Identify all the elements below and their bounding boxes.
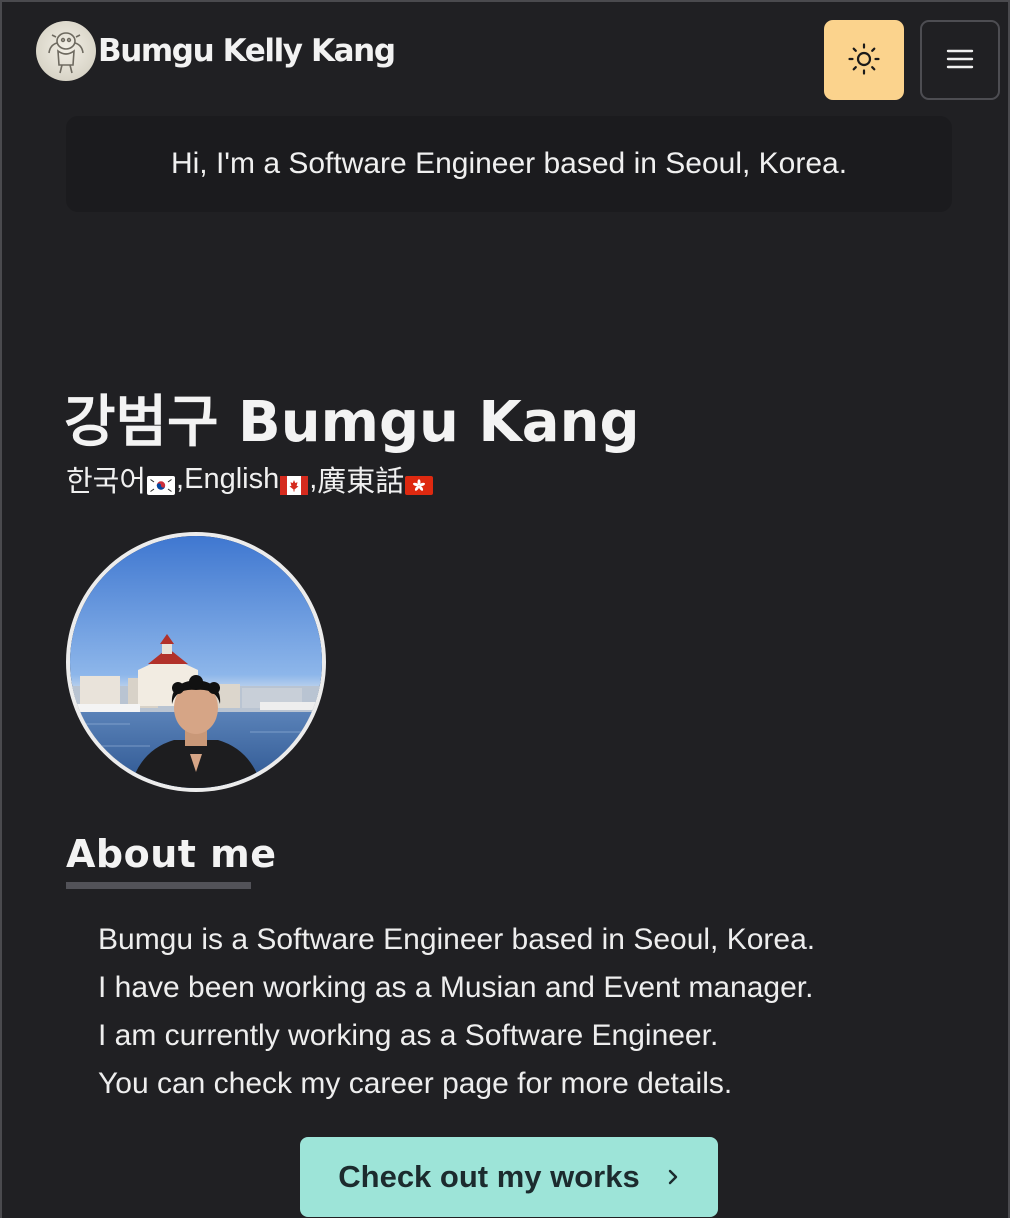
intro-banner: Hi, I'm a Software Engineer based in Seo… [66, 116, 952, 212]
language-cantonese: 廣東話 [317, 466, 405, 498]
intro-text: Hi, I'm a Software Engineer based in Seo… [170, 147, 848, 180]
header: Bumgu Kelly Kang [2, 2, 1008, 112]
about-line: I am currently working as a Software Eng… [98, 1019, 719, 1052]
about-title: About me [66, 832, 277, 876]
logo-text: Bumgu Kelly Kang [98, 33, 396, 69]
works-button-label: Check out my works [338, 1159, 640, 1194]
logo-link[interactable]: Bumgu Kelly Kang [36, 21, 396, 81]
language-separator: , [309, 462, 318, 495]
about-line: You can check my career page for more de… [98, 1067, 733, 1100]
about-line: Bumgu is a Software Engineer based in Se… [98, 923, 816, 956]
logo-image [36, 21, 96, 81]
page: Bumgu Kelly Kang Hi, I'm a Software Engi… [0, 0, 1010, 1218]
languages-list: 한국어 , English , 廣東話 [66, 458, 434, 500]
hong-kong-flag-icon [405, 470, 434, 495]
language-separator: , [176, 462, 185, 495]
language-korean: 한국어 [66, 466, 147, 498]
chevron-right-icon [666, 1168, 680, 1186]
hamburger-menu-icon [946, 48, 974, 73]
menu-button[interactable] [920, 20, 1000, 100]
about-line: I have been working as a Musian and Even… [98, 971, 814, 1004]
about-title-underline [66, 882, 251, 889]
south-korea-flag-icon [147, 470, 176, 495]
canada-flag-icon [280, 470, 309, 495]
theme-toggle-button[interactable] [824, 20, 904, 100]
language-english: English [184, 462, 280, 495]
profile-avatar [66, 532, 326, 792]
about-body: Bumgu is a Software Engineer based in Se… [98, 916, 958, 1108]
profile-name: 강범구 Bumgu Kang [64, 390, 640, 455]
check-out-works-button[interactable]: Check out my works [300, 1137, 718, 1217]
sun-icon [847, 42, 881, 79]
